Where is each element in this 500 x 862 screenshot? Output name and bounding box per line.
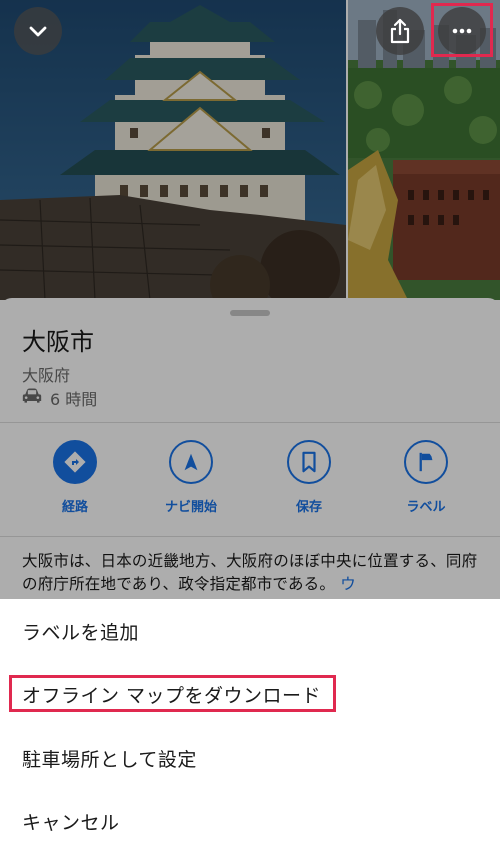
action-sheet: ラベルを追加 オフライン マップをダウンロード 駐車場所として設定 キャンセル (0, 599, 500, 862)
chevron-down-icon (29, 26, 47, 37)
collapse-button[interactable] (14, 7, 62, 55)
highlight-box-offline-map (9, 675, 336, 712)
share-button[interactable] (376, 7, 424, 55)
menu-item-add-label[interactable]: ラベルを追加 (22, 618, 139, 645)
modal-scrim[interactable] (0, 0, 500, 599)
highlight-box-more (431, 3, 493, 57)
share-icon (390, 18, 410, 44)
menu-item-cancel[interactable]: キャンセル (22, 808, 120, 835)
menu-item-set-parking[interactable]: 駐車場所として設定 (22, 745, 197, 772)
